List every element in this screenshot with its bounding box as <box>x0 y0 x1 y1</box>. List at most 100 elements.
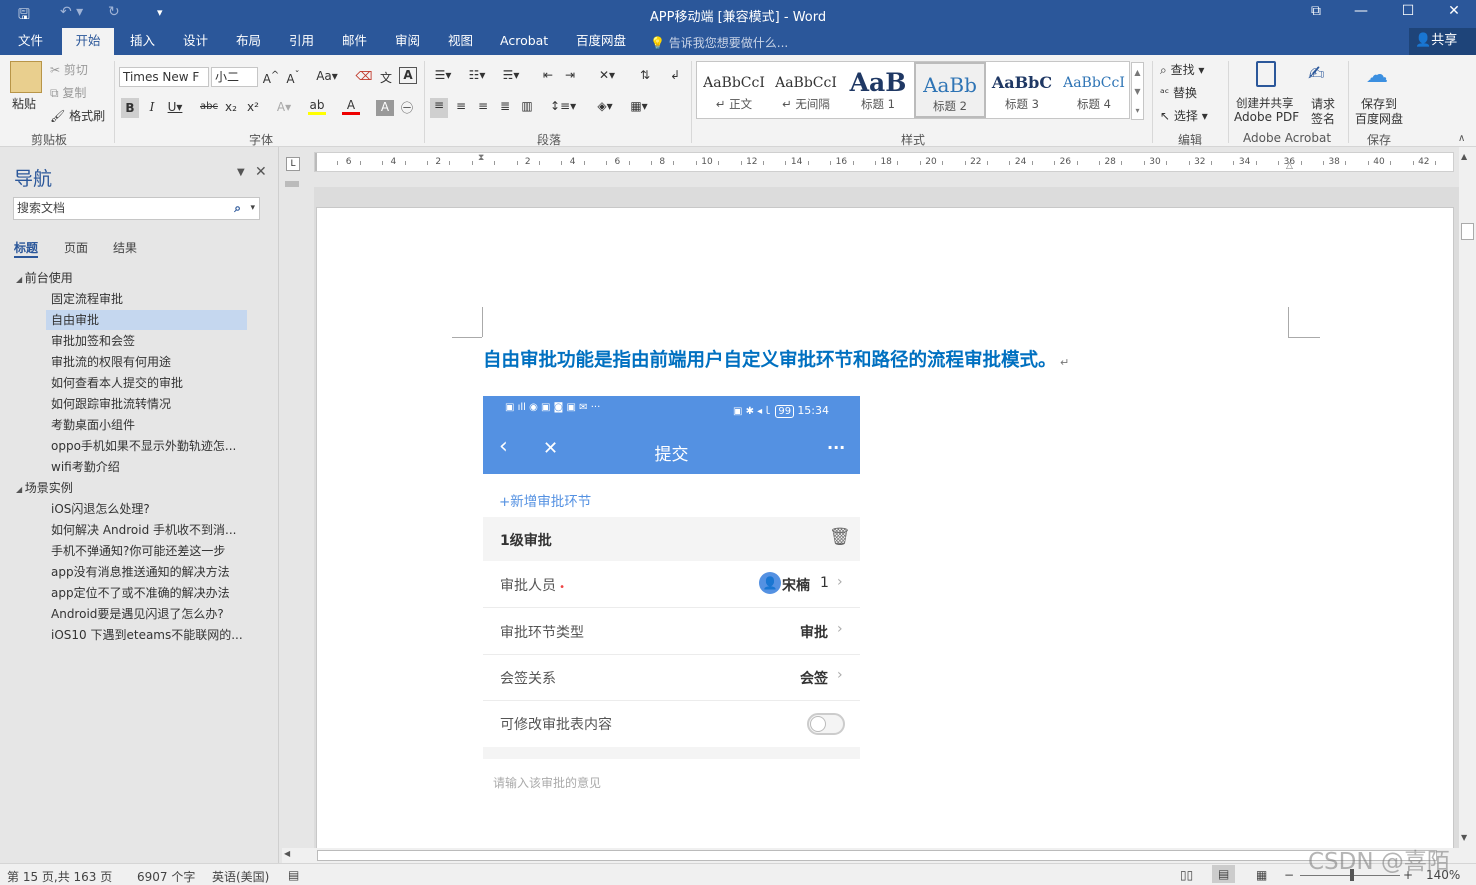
search-dropdown-icon[interactable]: ▾ <box>250 198 255 219</box>
tab-design[interactable]: 设计 <box>181 28 210 55</box>
style-no-spacing[interactable]: AaBbCcI ↵ 无间隔 <box>770 62 842 118</box>
read-mode-icon[interactable]: ▯▯ <box>1180 868 1193 882</box>
tree-item[interactable]: wifi考勤介绍 <box>46 457 120 477</box>
tab-file[interactable]: 文件 <box>16 28 45 55</box>
horizontal-scrollbar[interactable]: ◀ <box>282 848 1459 863</box>
tab-review[interactable]: 审阅 <box>393 28 422 55</box>
vertical-ruler[interactable] <box>283 178 301 863</box>
trash-icon[interactable]: 🗑 <box>829 527 851 547</box>
print-layout-icon[interactable]: ▤ <box>1212 865 1236 883</box>
tree-item[interactable]: 审批加签和会签 <box>46 331 135 351</box>
highlight-icon[interactable]: ab <box>308 98 326 115</box>
italic-icon[interactable]: I <box>143 100 161 114</box>
find-button[interactable]: ⌕ 查找 ▾ <box>1160 61 1204 78</box>
tab-baidu[interactable]: 百度网盘 <box>574 28 628 55</box>
share-button[interactable]: 👤共享 <box>1409 28 1476 55</box>
change-case-icon[interactable]: Aa▾ <box>313 69 341 83</box>
tab-selector[interactable]: L <box>286 157 300 171</box>
line-spacing-icon[interactable]: ↕≡▾ <box>550 99 576 113</box>
select-button[interactable]: ↖ 选择 ▾ <box>1160 107 1208 124</box>
word-count[interactable]: 6907 个字 <box>137 868 195 885</box>
zoom-out-icon[interactable]: − <box>1284 868 1294 882</box>
scroll-thumb[interactable] <box>1461 223 1474 240</box>
web-layout-icon[interactable]: ▦ <box>1256 868 1267 882</box>
strikethrough-icon[interactable]: abc <box>200 101 218 112</box>
shading-icon[interactable]: ◈▾ <box>592 99 618 113</box>
format-painter-button[interactable]: 🖌 格式刷 <box>50 107 105 124</box>
tab-insert[interactable]: 插入 <box>128 28 157 55</box>
collapse-triangle-icon[interactable]: ◢ <box>16 275 25 284</box>
tree-item[interactable]: oppo手机如果不显示外勤轨迹怎... <box>46 436 236 456</box>
enclose-char-icon[interactable]: ㊀ <box>398 99 416 116</box>
scroll-down-icon[interactable]: ▼ <box>1461 833 1467 842</box>
tree-item[interactable]: 自由审批 <box>46 310 247 330</box>
hscroll-thumb[interactable] <box>317 850 1437 861</box>
style-heading-2[interactable]: AaBb 标题 2 <box>914 62 986 118</box>
increase-indent-icon[interactable]: ⇥ <box>561 68 579 82</box>
show-marks-icon[interactable]: ↲ <box>666 68 684 82</box>
tree-item[interactable]: 如何查看本人提交的审批 <box>46 373 183 393</box>
multilevel-list-icon[interactable]: ☴▾ <box>498 68 524 82</box>
style-heading-3[interactable]: AaBbC 标题 3 <box>986 62 1058 118</box>
char-border-icon[interactable]: A <box>399 67 417 84</box>
text-effects-icon[interactable]: A▾ <box>275 100 293 114</box>
horizontal-ruler[interactable]: 6 4 2 2 4 6 8 10 12 14 16 18 20 22 24 26 28 30 32 34 36 38 40 4… <box>314 152 1454 172</box>
tree-item[interactable]: app定位不了或不准确的解决办法 <box>46 583 230 603</box>
tree-item[interactable]: Android要是遇见闪退了怎么办? <box>46 604 224 624</box>
comment-input[interactable]: 请输入该审批的意见 <box>493 774 601 791</box>
clear-format-icon[interactable]: ⌫ <box>355 69 373 83</box>
tree-item[interactable]: app没有消息推送通知的解决方法 <box>46 562 230 582</box>
tab-home[interactable]: 开始 <box>62 28 114 55</box>
tree-item[interactable]: 固定流程审批 <box>46 289 123 309</box>
tree-item[interactable]: 如何跟踪审批流转情况 <box>46 394 171 414</box>
add-step-link[interactable]: +新增审批环节 <box>499 490 591 510</box>
step-type-row[interactable]: 审批环节类型 审批 › <box>483 609 860 655</box>
baidu-cloud-icon[interactable]: ☁ <box>1366 63 1388 88</box>
signature-icon[interactable]: ✍ <box>1308 61 1325 85</box>
superscript-icon[interactable]: x² <box>244 100 262 114</box>
nav-search-input[interactable]: 搜索文档 ⌕ ▾ <box>13 197 260 220</box>
editable-row[interactable]: 可修改审批表内容 <box>483 701 860 747</box>
toggle-switch[interactable] <box>807 713 845 735</box>
nav-tab-headings[interactable]: 标题 <box>14 239 39 258</box>
tab-acrobat[interactable]: Acrobat <box>498 28 550 55</box>
close-button[interactable]: ✕ <box>1434 3 1474 19</box>
embedded-screenshot[interactable]: ▣ ıll ◉ ▣ ◙ ▣ ✉ ··· ▣ ✱ ◂ｌ 99 15:34 ‹ ✕ … <box>483 396 860 802</box>
search-icon[interactable]: ⌕ <box>234 198 241 219</box>
tab-layout[interactable]: 布局 <box>234 28 263 55</box>
tell-me-input[interactable]: 💡 告诉我您想要做什么... <box>650 34 788 51</box>
countersign-row[interactable]: 会签关系 会签 › <box>483 655 860 701</box>
document-heading[interactable]: 自由审批功能是指由前端用户自定义审批环节和路径的流程审批模式。 ↵ <box>483 346 1069 372</box>
nav-tab-pages[interactable]: 页面 <box>64 239 88 256</box>
vertical-scrollbar[interactable]: ▲ ▼ <box>1459 147 1476 863</box>
char-shading-icon[interactable]: A <box>376 100 394 116</box>
page-count[interactable]: 第 15 页,共 163 页 <box>7 868 112 885</box>
scroll-up-icon[interactable]: ▲ <box>1461 152 1467 161</box>
collapse-triangle-icon[interactable]: ◢ <box>16 485 25 494</box>
macro-icon[interactable]: ▤ <box>288 868 299 882</box>
style-heading-4[interactable]: AaBbCcI 标题 4 <box>1058 62 1130 118</box>
right-indent-marker[interactable]: △ <box>1286 161 1293 171</box>
minimize-button[interactable]: — <box>1341 3 1381 19</box>
paste-button[interactable]: 粘贴 <box>12 95 36 112</box>
maximize-button[interactable]: ☐ <box>1388 3 1428 19</box>
tree-section[interactable]: ◢ 前台使用 <box>16 268 73 288</box>
shrink-font-icon[interactable]: Aˇ <box>284 70 302 86</box>
tree-item[interactable]: 审批流的权限有何用途 <box>46 352 171 372</box>
ribbon-display-icon[interactable]: ⧉ <box>1296 3 1336 19</box>
scroll-left-icon[interactable]: ◀ <box>284 849 290 858</box>
tree-item[interactable]: iOS10 下遇到eteams不能联网的... <box>46 625 243 645</box>
tab-view[interactable]: 视图 <box>446 28 475 55</box>
style-normal[interactable]: AaBbCcI ↵ 正文 <box>698 62 770 118</box>
chinese-layout-icon[interactable]: ✕▾ <box>594 68 620 82</box>
bullets-icon[interactable]: ☰▾ <box>430 68 456 82</box>
grow-font-icon[interactable]: A^ <box>262 70 280 86</box>
font-size-combo[interactable]: 小二 <box>211 67 258 87</box>
create-pdf-button[interactable]: 创建并共享 <box>1236 95 1294 111</box>
decrease-indent-icon[interactable]: ⇤ <box>539 68 557 82</box>
paste-icon[interactable] <box>10 61 42 93</box>
cut-button[interactable]: ✂ 剪切 <box>50 61 88 78</box>
style-heading-1[interactable]: AaB 标题 1 <box>842 62 914 118</box>
tree-item[interactable]: 如何解决 Android 手机收不到消... <box>46 520 236 540</box>
bold-icon[interactable]: B <box>121 98 139 118</box>
